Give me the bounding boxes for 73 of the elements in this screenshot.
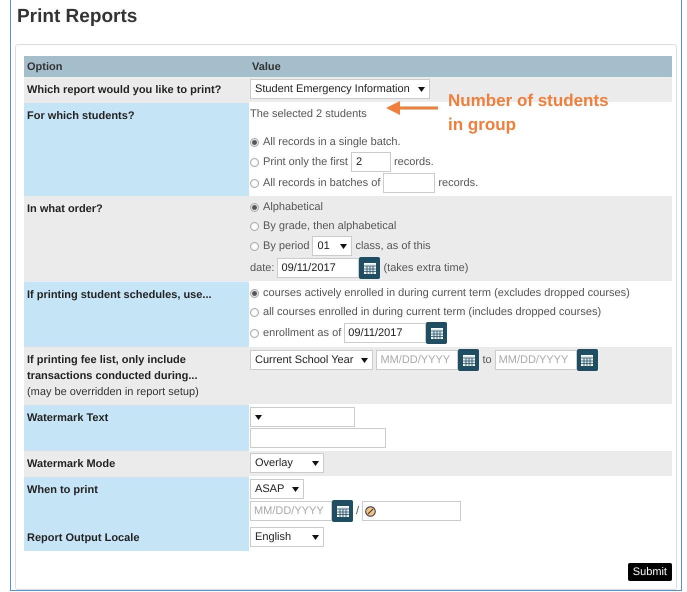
radio-option[interactable]: By period <box>250 240 310 252</box>
date-field[interactable]: 09/11/2017 <box>344 323 426 343</box>
calendar-icon <box>336 506 348 516</box>
option-note: (may be overridden in report setup) <box>27 385 200 400</box>
dropdown[interactable]: Student Emergency Information <box>250 79 430 99</box>
value-text: to <box>482 354 492 366</box>
option-label: For which students? <box>27 109 136 124</box>
calendar-button[interactable] <box>576 349 598 371</box>
radio-icon[interactable] <box>250 308 259 316</box>
radio-option[interactable]: enrollment as of <box>250 327 342 339</box>
input-field[interactable]: 2 <box>350 152 391 172</box>
dropdown[interactable] <box>250 407 355 427</box>
value-text: class, as of this <box>355 240 431 252</box>
radio-icon[interactable] <box>250 222 259 230</box>
clock-icon <box>365 506 376 516</box>
radio-option[interactable]: All records in batches of <box>250 177 380 189</box>
option-label: Watermark Text <box>27 411 110 426</box>
radio-option[interactable]: courses actively enrolled in during current term (excludes dropped courses) <box>250 287 630 299</box>
column-header: Value <box>249 56 672 77</box>
option-label: If printing student schedules, use... <box>27 288 213 303</box>
radio-option[interactable]: By grade, then alphabetical <box>250 220 396 232</box>
value-text: / <box>356 505 360 517</box>
value-text: date: <box>250 262 274 274</box>
caret-icon <box>292 486 300 492</box>
option-label: If printing fee list, only include transactions conducted during... <box>27 353 199 384</box>
radio-icon[interactable] <box>250 202 259 212</box>
caret-icon <box>312 460 319 466</box>
caret-icon <box>312 534 319 540</box>
selected-count-text: The selected 2 students <box>250 108 367 120</box>
option-label: In what order? <box>27 202 104 217</box>
time-field[interactable] <box>362 501 462 521</box>
dropdown[interactable]: English <box>250 527 324 547</box>
calendar-button[interactable] <box>359 257 380 279</box>
input-field[interactable] <box>383 173 436 193</box>
option-label: Report Output Locale <box>27 531 140 546</box>
radio-option[interactable]: All records in a single batch. <box>250 136 401 148</box>
radio-icon[interactable] <box>250 288 259 298</box>
dropdown[interactable]: Current School Year <box>250 350 374 370</box>
calendar-icon <box>430 328 443 338</box>
calendar-icon <box>581 354 594 366</box>
option-label: When to print <box>27 483 99 498</box>
radio-icon[interactable] <box>250 158 259 166</box>
radio-option[interactable]: Print only the first <box>250 156 348 168</box>
radio-option[interactable]: all courses enrolled in during current term (includes dropped courses) <box>250 306 602 318</box>
option-label: Which report would you like to print? <box>27 83 222 98</box>
calendar-button[interactable] <box>426 322 448 344</box>
caret-icon <box>418 86 425 92</box>
annotation-text: Number of students in group <box>448 90 610 136</box>
arrow-icon <box>386 101 438 115</box>
calendar-button[interactable] <box>458 349 480 371</box>
value-text: (takes extra time) <box>383 262 468 274</box>
radio-icon[interactable] <box>250 178 259 188</box>
value-text: records. <box>438 177 478 189</box>
radio-option[interactable]: Alphabetical <box>250 201 323 213</box>
dropdown[interactable]: ASAP <box>250 479 304 499</box>
date-field[interactable]: 09/11/2017 <box>277 258 360 278</box>
page-title: Print Reports <box>17 6 138 29</box>
caret-icon <box>361 358 368 362</box>
calendar-icon <box>462 354 475 366</box>
calendar-icon <box>364 262 376 274</box>
radio-icon[interactable] <box>250 242 259 250</box>
caret-icon <box>255 414 262 420</box>
column-header: Option <box>24 56 249 77</box>
submit-button[interactable]: Submit <box>628 563 672 581</box>
calendar-button[interactable] <box>332 500 353 522</box>
option-label: Watermark Mode <box>27 457 116 472</box>
radio-icon[interactable] <box>250 138 259 146</box>
radio-icon[interactable] <box>250 328 259 338</box>
input-field[interactable] <box>250 428 386 448</box>
value-text: records. <box>394 156 434 168</box>
caret-icon <box>340 244 348 248</box>
dropdown[interactable]: Overlay <box>250 453 324 473</box>
dropdown[interactable]: 01 <box>312 236 352 256</box>
